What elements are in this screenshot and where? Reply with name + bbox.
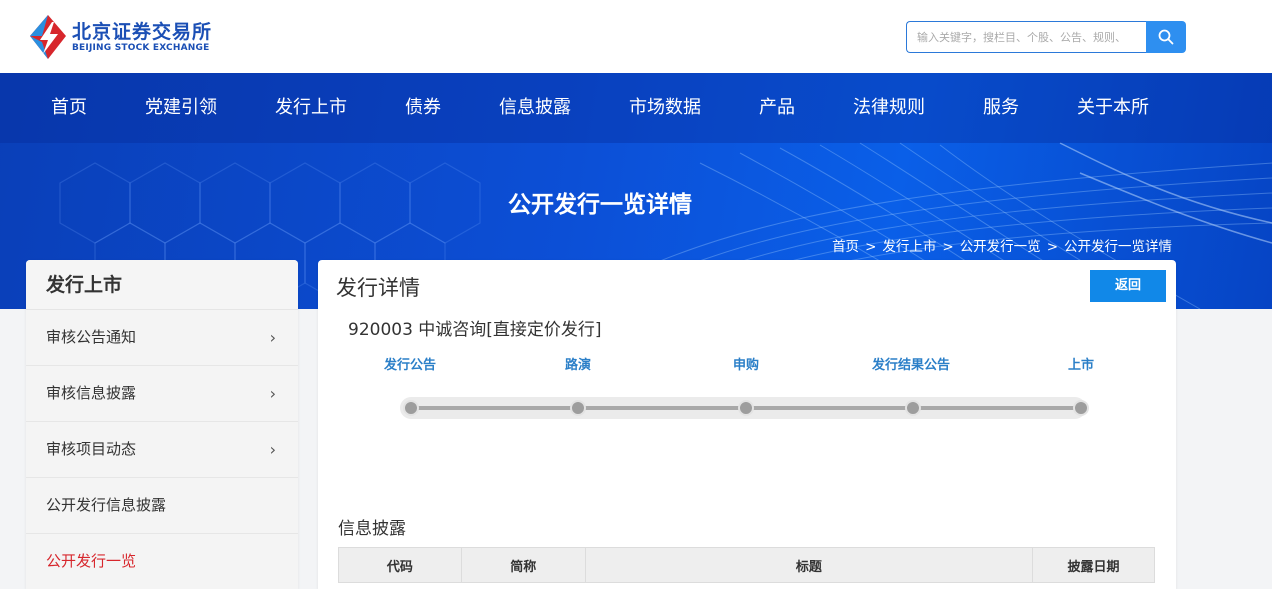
sidebar-item-review-notices[interactable]: 审核公告通知 ›: [26, 310, 298, 366]
step-label-subscription[interactable]: 申购: [733, 354, 759, 373]
stock-name: 920003 中诚咨询[直接定价发行]: [348, 320, 602, 340]
step-dot: [403, 400, 419, 416]
nav-item-products[interactable]: 产品: [759, 73, 795, 143]
main-panel: 发行详情 返回 920003 中诚咨询[直接定价发行] 发行公告 路演 申购 发…: [318, 260, 1176, 589]
step-label-announcement[interactable]: 发行公告: [384, 354, 436, 373]
sidebar-title: 发行上市: [26, 260, 298, 310]
main-nav: 首页 党建引领 发行上市 债券 信息披露 市场数据 产品 法律规则 服务 关于本…: [0, 73, 1272, 143]
logo-cn-text: 北京证券交易所: [72, 20, 213, 43]
nav-item-listing[interactable]: 发行上市: [275, 73, 347, 143]
nav-item-market-data[interactable]: 市场数据: [629, 73, 701, 143]
site-search: [906, 21, 1186, 53]
step-dot: [1073, 400, 1089, 416]
bse-logo-icon: [28, 14, 68, 60]
page-title: 公开发行一览详情: [508, 192, 692, 218]
breadcrumb-current: 公开发行一览详情: [1064, 239, 1172, 255]
sidebar-item-label: 公开发行信息披露: [46, 496, 167, 514]
chevron-right-icon: ›: [269, 440, 276, 459]
nav-item-services[interactable]: 服务: [983, 73, 1019, 143]
back-button[interactable]: 返回: [1090, 270, 1166, 302]
nav-item-party[interactable]: 党建引领: [145, 73, 217, 143]
step-label-result[interactable]: 发行结果公告: [872, 354, 950, 373]
section-title: 发行详情: [336, 276, 420, 300]
step-label-listing[interactable]: 上市: [1068, 354, 1094, 373]
sidebar-item-label: 审核信息披露: [46, 384, 137, 402]
sidebar-item-review-disclosure[interactable]: 审核信息披露 ›: [26, 366, 298, 422]
nav-item-about[interactable]: 关于本所: [1077, 73, 1149, 143]
nav-item-bonds[interactable]: 债券: [405, 73, 441, 143]
nav-item-disclosure[interactable]: 信息披露: [499, 73, 571, 143]
step-dot: [738, 400, 754, 416]
bse-logo[interactable]: 北京证券交易所 BEIJING STOCK EXCHANGE: [28, 14, 212, 60]
breadcrumb: 首页 > 发行上市 > 公开发行一览 > 公开发行一览详情: [832, 235, 1172, 255]
logo-en-text: BEIJING STOCK EXCHANGE: [72, 42, 210, 53]
sidebar-item-label: 审核项目动态: [46, 440, 137, 458]
breadcrumb-separator: >: [865, 239, 877, 255]
sidebar-item-offering-list[interactable]: 公开发行一览: [26, 534, 298, 589]
step-label-roadshow[interactable]: 路演: [565, 354, 591, 373]
sidebar-item-review-progress[interactable]: 审核项目动态 ›: [26, 422, 298, 478]
top-header: 北京证券交易所 BEIJING STOCK EXCHANGE: [0, 0, 1272, 73]
breadcrumb-separator: >: [942, 239, 954, 255]
table-header-code: 代码: [338, 547, 462, 583]
nav-item-rules[interactable]: 法律规则: [853, 73, 925, 143]
sidebar: 发行上市 审核公告通知 › 审核信息披露 › 审核项目动态 › 公开发行信息披露…: [26, 260, 298, 589]
nav-item-home[interactable]: 首页: [51, 73, 87, 143]
table-header-title: 标题: [584, 547, 1034, 583]
search-icon: [1158, 29, 1174, 45]
breadcrumb-listing[interactable]: 发行上市: [882, 239, 936, 255]
search-input[interactable]: [906, 21, 1146, 53]
disclosure-table: 代码 简称 标题 披露日期: [338, 547, 1155, 583]
table-header-date: 披露日期: [1032, 547, 1155, 583]
breadcrumb-separator: >: [1046, 239, 1058, 255]
disclosure-title: 信息披露: [338, 519, 406, 539]
table-header-short: 简称: [460, 547, 586, 583]
sidebar-item-label: 审核公告通知: [46, 328, 137, 346]
chevron-right-icon: ›: [269, 328, 276, 347]
step-dot: [570, 400, 586, 416]
breadcrumb-home[interactable]: 首页: [832, 239, 859, 255]
breadcrumb-public-offering-list[interactable]: 公开发行一览: [960, 239, 1041, 255]
sidebar-item-offering-disclosure[interactable]: 公开发行信息披露: [26, 478, 298, 534]
step-dot: [905, 400, 921, 416]
sidebar-item-label: 公开发行一览: [46, 552, 137, 570]
chevron-right-icon: ›: [269, 384, 276, 403]
search-button[interactable]: [1146, 21, 1186, 53]
